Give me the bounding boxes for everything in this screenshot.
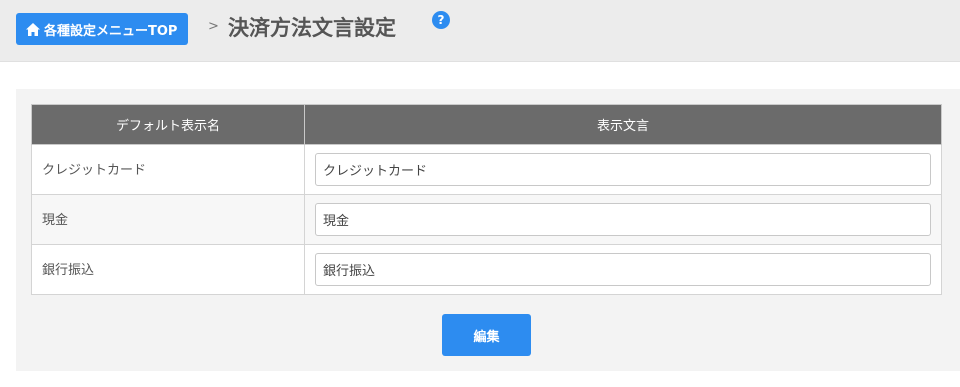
edit-button[interactable]: 編集 xyxy=(442,314,531,356)
help-icon[interactable]: ? xyxy=(432,11,450,29)
display-text-cell xyxy=(304,244,942,295)
header-bar: 各種設定メニューTOP > 決済方法文言設定 ? xyxy=(0,0,960,62)
home-icon xyxy=(26,22,40,36)
settings-panel: デフォルト表示名 表示文言 クレジットカード 現金 銀行振込 xyxy=(16,89,960,371)
display-text-cell xyxy=(304,194,942,245)
display-text-input-bank-transfer[interactable] xyxy=(315,253,931,286)
default-name-cell: 現金 xyxy=(31,194,305,245)
settings-menu-top-button[interactable]: 各種設定メニューTOP xyxy=(16,13,189,45)
default-name-cell: 銀行振込 xyxy=(31,244,305,295)
table-row: 銀行振込 xyxy=(31,244,942,295)
column-header-default-name: デフォルト表示名 xyxy=(31,104,305,145)
table-row: クレジットカード xyxy=(31,144,942,195)
display-text-input-credit-card[interactable] xyxy=(315,153,931,186)
default-name-cell: クレジットカード xyxy=(31,144,305,195)
page-title: 決済方法文言設定 xyxy=(228,16,396,40)
display-text-input-cash[interactable] xyxy=(315,203,931,236)
payment-label-table: デフォルト表示名 表示文言 クレジットカード 現金 銀行振込 xyxy=(31,104,942,295)
table-header-row: デフォルト表示名 表示文言 xyxy=(31,104,942,145)
display-text-cell xyxy=(304,144,942,195)
table-row: 現金 xyxy=(31,194,942,245)
settings-menu-top-label: 各種設定メニューTOP xyxy=(44,23,178,39)
column-header-display-text: 表示文言 xyxy=(304,104,942,145)
breadcrumb-separator: > xyxy=(208,19,219,34)
